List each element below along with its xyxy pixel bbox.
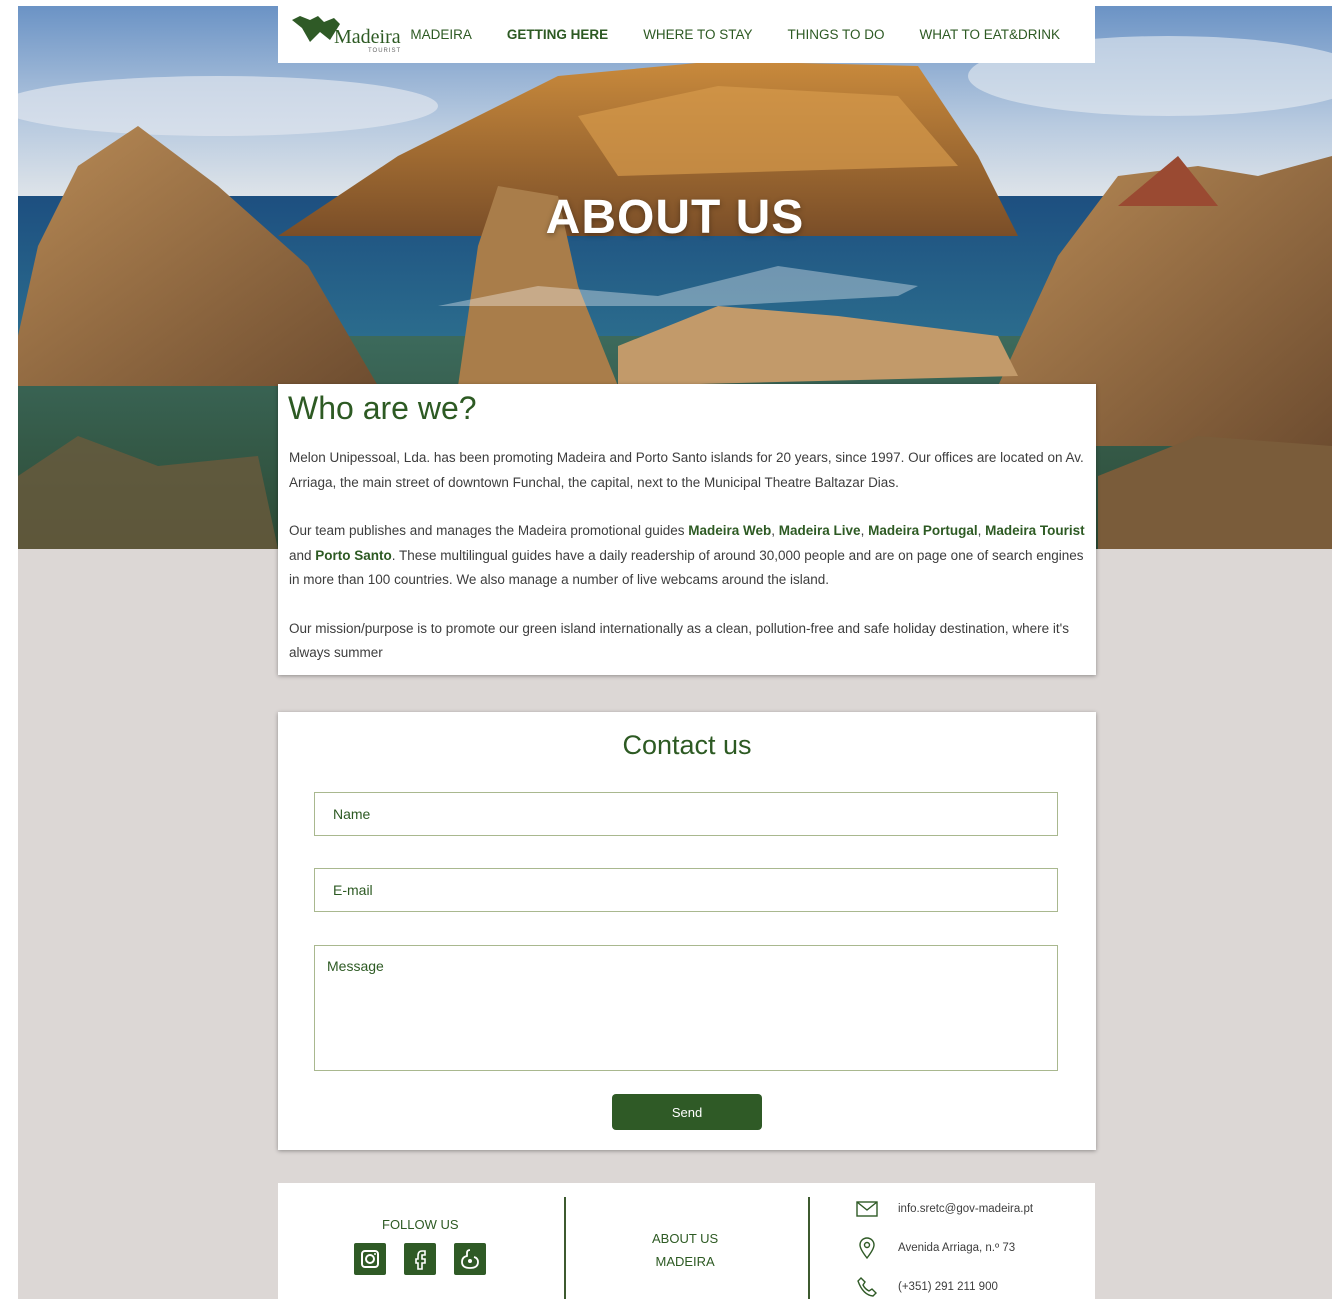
contact-heading: Contact us	[622, 730, 752, 760]
name-input[interactable]	[314, 792, 1058, 836]
send-button[interactable]: Send	[612, 1094, 762, 1130]
who-are-we-card: Who are we? Melon Unipessoal, Lda. has b…	[278, 384, 1096, 675]
nav-item-where-to-stay[interactable]: WHERE TO STAY	[643, 27, 752, 42]
nav-item-getting-here[interactable]: GETTING HERE	[507, 27, 608, 42]
footer-links: ABOUT US MADEIRA	[652, 1227, 718, 1273]
email-input[interactable]	[314, 868, 1058, 912]
tripadvisor-icon[interactable]	[454, 1243, 486, 1275]
nav-item-what-to-eat-drink[interactable]: WHAT TO EAT&DRINK	[919, 27, 1060, 42]
footer-phone-row[interactable]: (+351) 291 211 900	[856, 1277, 998, 1297]
who-paragraph-2: Our team publishes and manages the Madei…	[289, 523, 1085, 588]
logo-subtitle: TOURIST	[368, 48, 402, 54]
who-paragraph-3: Our mission/purpose is to promote our gr…	[289, 620, 1070, 661]
link-madeira-live[interactable]: Madeira Live	[779, 523, 861, 538]
footer-address-row: Avenida Arriaga, n.º 73	[856, 1237, 1016, 1259]
instagram-icon[interactable]	[354, 1243, 386, 1275]
footer: FOLLOW US ABOUT US MADEIRA info.sretc@go…	[278, 1183, 1095, 1299]
who-paragraph-2-rest: . These multilingual guides have a daily…	[289, 547, 1084, 588]
footer-about-us-link[interactable]: ABOUT US	[652, 1227, 718, 1250]
top-navigation-bar: Madeira TOURIST MADEIRA GETTING HERE WHE…	[278, 6, 1095, 63]
who-body: Melon Unipessoal, Lda. has been promotin…	[289, 446, 1089, 690]
location-pin-icon	[856, 1237, 878, 1259]
footer-phone[interactable]: (+351) 291 211 900	[898, 1281, 998, 1293]
contact-card: Contact us Send	[278, 712, 1096, 1150]
follow-us-label: FOLLOW US	[382, 1217, 459, 1232]
logo-text: Madeira	[334, 26, 401, 48]
madeira-tourist-logo[interactable]: Madeira TOURIST	[288, 6, 404, 63]
nav-item-madeira[interactable]: MADEIRA	[410, 27, 472, 42]
who-paragraph-2-intro: Our team publishes and manages the Madei…	[289, 523, 689, 538]
footer-divider	[564, 1197, 566, 1299]
footer-email-row[interactable]: info.sretc@gov-madeira.pt	[856, 1199, 1033, 1219]
who-paragraph-1: Melon Unipessoal, Lda. has been promotin…	[289, 450, 1084, 490]
page: ABOUT US Madeira TOURIST MADEIRA GETTING…	[18, 6, 1332, 1299]
footer-email[interactable]: info.sretc@gov-madeira.pt	[898, 1203, 1033, 1215]
nav-menu: MADEIRA GETTING HERE WHERE TO STAY THING…	[410, 27, 1095, 42]
hero-title: ABOUT US	[545, 191, 805, 244]
link-madeira-tourist[interactable]: Madeira Tourist	[985, 523, 1085, 538]
link-porto-santo[interactable]: Porto Santo	[315, 548, 392, 563]
envelope-icon	[856, 1199, 878, 1219]
footer-address: Avenida Arriaga, n.º 73	[898, 1242, 1016, 1254]
message-textarea[interactable]	[314, 945, 1058, 1071]
facebook-icon[interactable]	[404, 1243, 436, 1275]
phone-icon	[856, 1277, 878, 1297]
who-heading: Who are we?	[288, 390, 477, 426]
footer-divider	[808, 1197, 810, 1299]
nav-item-things-to-do[interactable]: THINGS TO DO	[787, 27, 884, 42]
link-madeira-web[interactable]: Madeira Web	[688, 523, 771, 538]
link-madeira-portugal[interactable]: Madeira Portugal	[868, 523, 978, 538]
footer-madeira-link[interactable]: MADEIRA	[652, 1250, 718, 1273]
